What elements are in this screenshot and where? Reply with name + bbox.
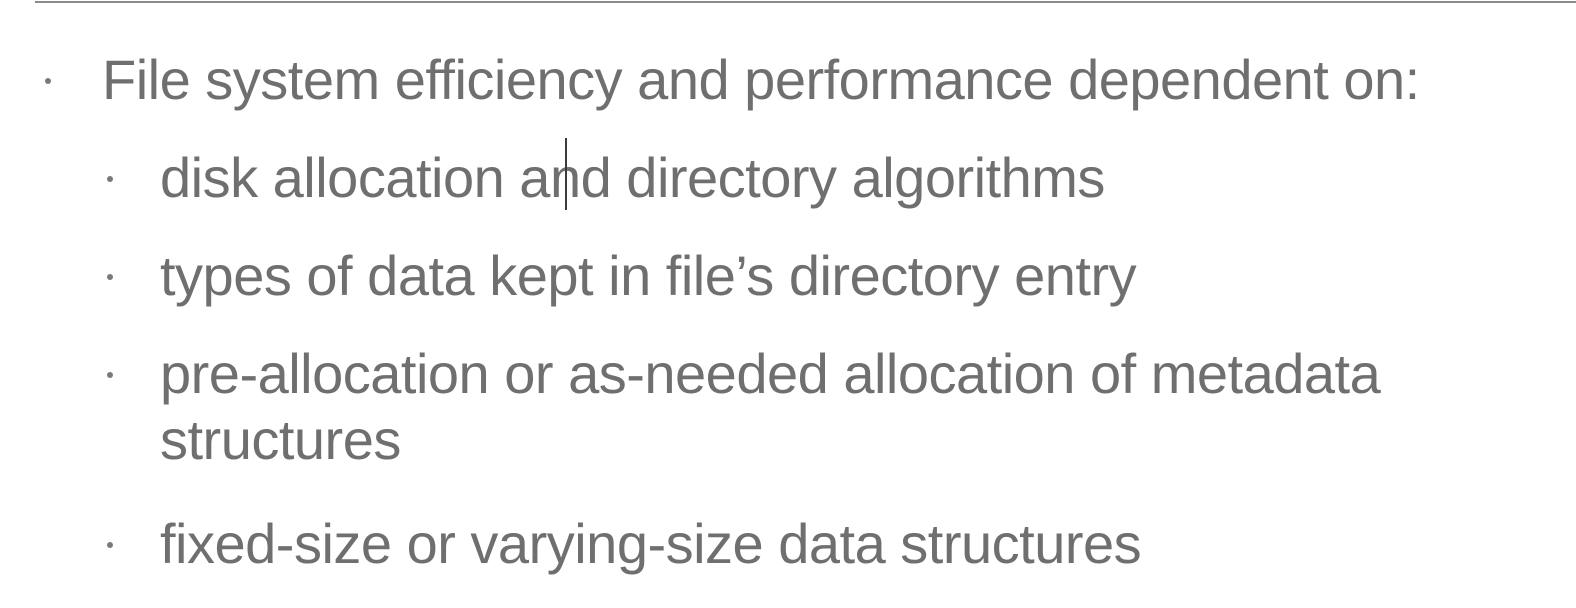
bullet-dot-icon xyxy=(107,176,113,182)
bullet-dot-icon xyxy=(45,78,51,84)
bullet-text-line-1: pre-allocation or as-needed allocation o… xyxy=(160,342,1381,405)
text-cursor xyxy=(565,138,567,210)
top-divider xyxy=(35,1,1576,3)
bullet-text: disk allocation and directory algorithms xyxy=(160,146,1105,209)
bullet-dot-icon xyxy=(107,274,113,280)
bullet-text: File system efficiency and performance d… xyxy=(102,48,1420,111)
bullet-dot-icon xyxy=(107,372,113,378)
bullet-dot-icon xyxy=(107,542,113,548)
bullet-text-line-2: structures xyxy=(160,408,401,471)
sub-bullet-item[interactable]: pre-allocation or as-needed allocation o… xyxy=(107,341,1381,473)
sub-bullet-item[interactable]: fixed-size or varying-size data structur… xyxy=(107,511,1142,577)
bullet-text: fixed-size or varying-size data structur… xyxy=(160,512,1142,575)
bullet-item[interactable]: File system efficiency and performance d… xyxy=(45,47,1420,113)
sub-bullet-item[interactable]: disk allocation and directory algorithms xyxy=(107,145,1105,211)
sub-bullet-item[interactable]: types of data kept in file’s directory e… xyxy=(107,243,1137,309)
bullet-text: types of data kept in file’s directory e… xyxy=(160,244,1137,307)
